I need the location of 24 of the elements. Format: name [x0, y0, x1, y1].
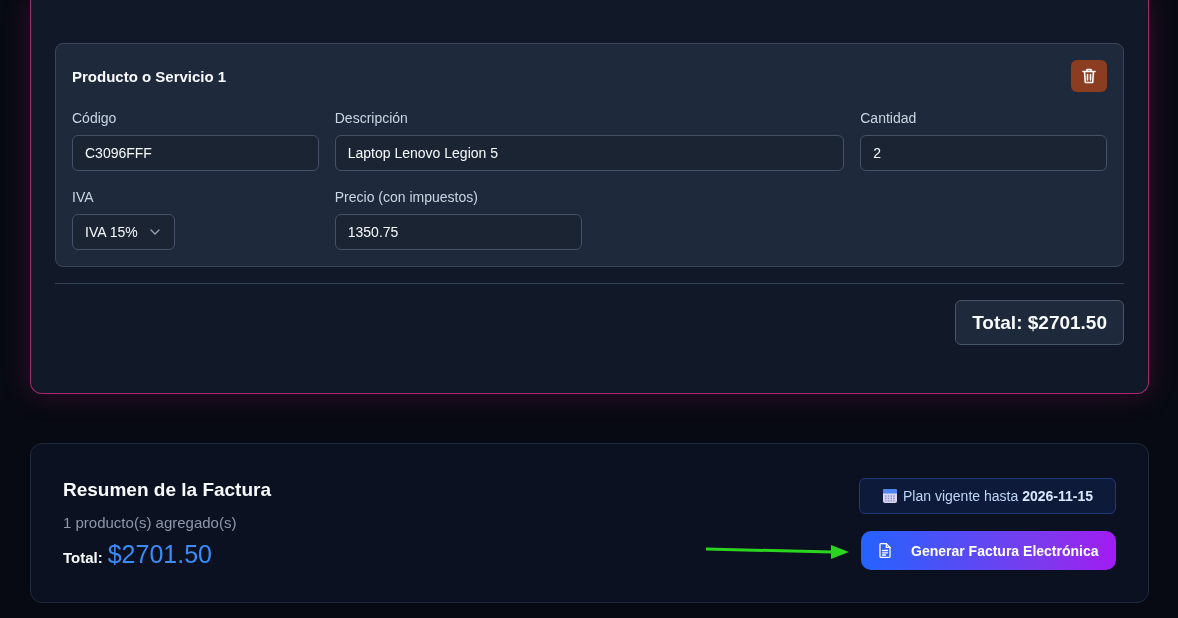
product-count: 1 producto(s) agregado(s)	[63, 513, 238, 533]
field-label: IVA	[72, 189, 94, 206]
tax-select[interactable]: IVA 15%	[72, 214, 175, 250]
document-icon	[879, 543, 891, 558]
product-title: Producto o Servicio 1	[72, 67, 227, 85]
field-label: Cantidad	[860, 110, 917, 127]
products-total: Total: $2701.50	[955, 300, 1124, 345]
total-label: Total:	[63, 549, 103, 566]
calendar-icon	[882, 488, 899, 504]
quantity-input[interactable]: 2	[860, 135, 1107, 171]
summary-title: Resumen de la Factura	[63, 478, 272, 502]
field-label: Descripción	[334, 110, 408, 127]
price-input[interactable]: 1350.75	[334, 214, 582, 250]
generate-invoice-button[interactable]: Generar Factura Electrónica	[861, 531, 1116, 570]
delete-button[interactable]	[1071, 60, 1107, 92]
code-input[interactable]: C3096FFF	[72, 135, 319, 171]
total-amount: $2701.50	[107, 539, 212, 570]
field-label: Precio (con impuestos)	[334, 189, 478, 206]
field-label: Código	[72, 110, 117, 127]
trash-icon	[1082, 68, 1096, 84]
description-input[interactable]: Laptop Lenovo Legion 5	[334, 135, 845, 171]
plan-expiry-text: Plan vigente hasta 2026-11-15	[903, 488, 1093, 504]
arrow-icon	[706, 544, 849, 560]
chevron-down-icon	[149, 229, 160, 235]
